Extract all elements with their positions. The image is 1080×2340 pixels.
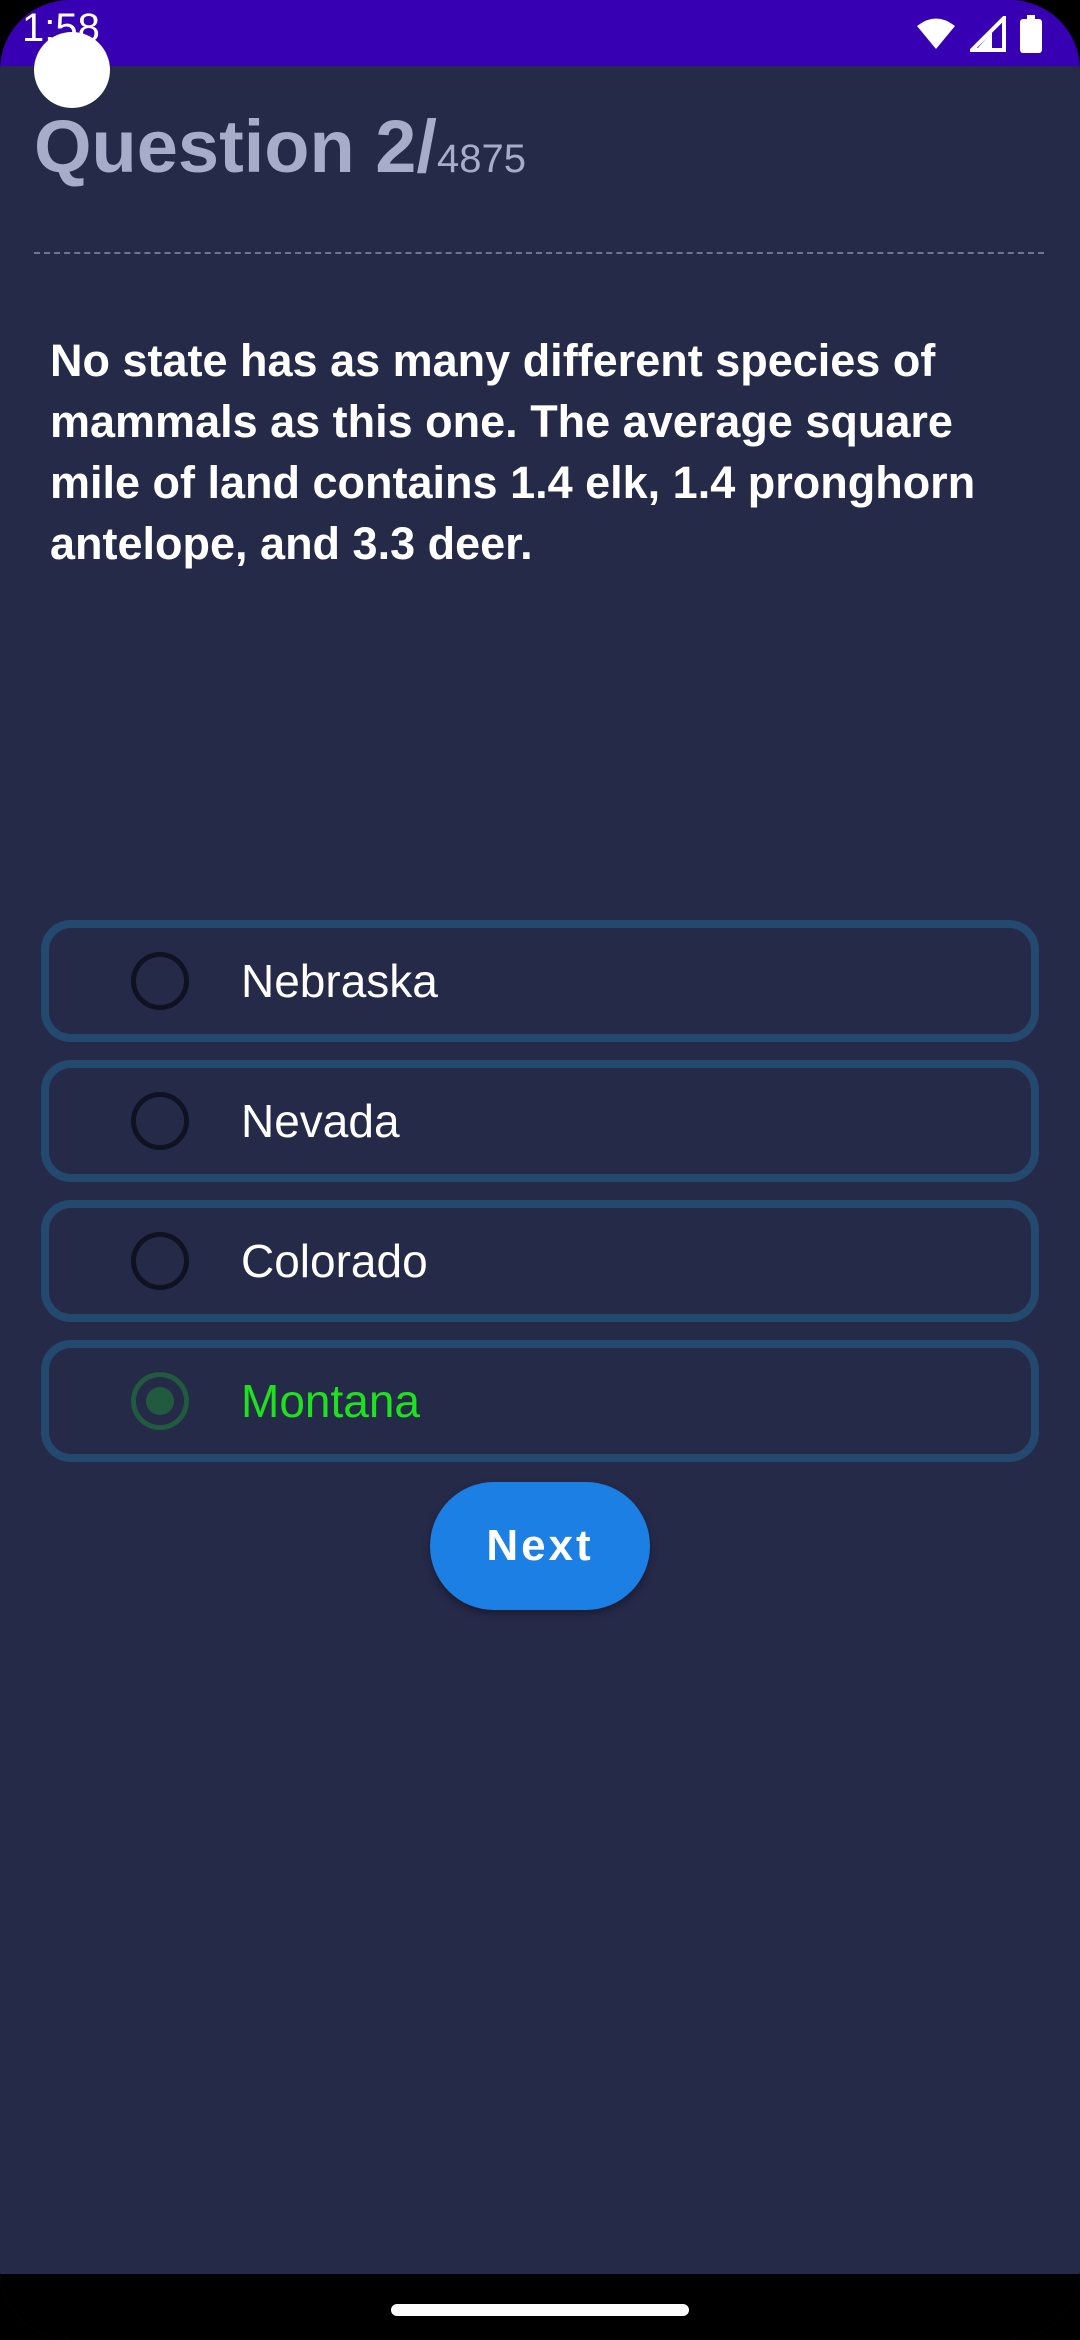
next-button[interactable]: Next — [430, 1482, 650, 1610]
question-text: No state has as many different species o… — [50, 335, 976, 569]
wifi-icon — [916, 17, 956, 51]
camera-cutout — [34, 32, 110, 108]
home-indicator[interactable] — [391, 2304, 689, 2316]
battery-icon — [1020, 15, 1042, 53]
option-nevada[interactable]: Nevada — [41, 1060, 1039, 1182]
radio-button[interactable] — [131, 952, 189, 1010]
option-montana[interactable]: Montana — [41, 1340, 1039, 1462]
navigation-bar — [0, 2274, 1080, 2340]
option-label: Montana — [241, 1375, 421, 1427]
radio-button[interactable] — [131, 1092, 189, 1150]
status-bar: 1:58 — [0, 0, 1080, 66]
question-total: 4875 — [436, 137, 526, 181]
option-label: Colorado — [241, 1235, 428, 1287]
cellular-signal-icon — [970, 16, 1006, 52]
option-label: Nebraska — [241, 955, 438, 1007]
status-icons — [916, 14, 1042, 54]
question-counter: Question 2/ 4875 — [34, 110, 526, 184]
divider — [34, 252, 1044, 254]
option-colorado[interactable]: Colorado — [41, 1200, 1039, 1322]
radio-button-selected[interactable] — [131, 1372, 189, 1430]
page-title: Question 2/ — [34, 105, 437, 188]
radio-button[interactable] — [131, 1232, 189, 1290]
option-label: Nevada — [241, 1095, 400, 1147]
option-nebraska[interactable]: Nebraska — [41, 920, 1039, 1042]
radio-selected-dot — [146, 1387, 174, 1415]
answer-options: Nebraska Nevada Colorado Montana — [41, 920, 1039, 1480]
app-screen: 1:58 Question 2/ 4875 No state has as ma… — [0, 0, 1080, 2340]
